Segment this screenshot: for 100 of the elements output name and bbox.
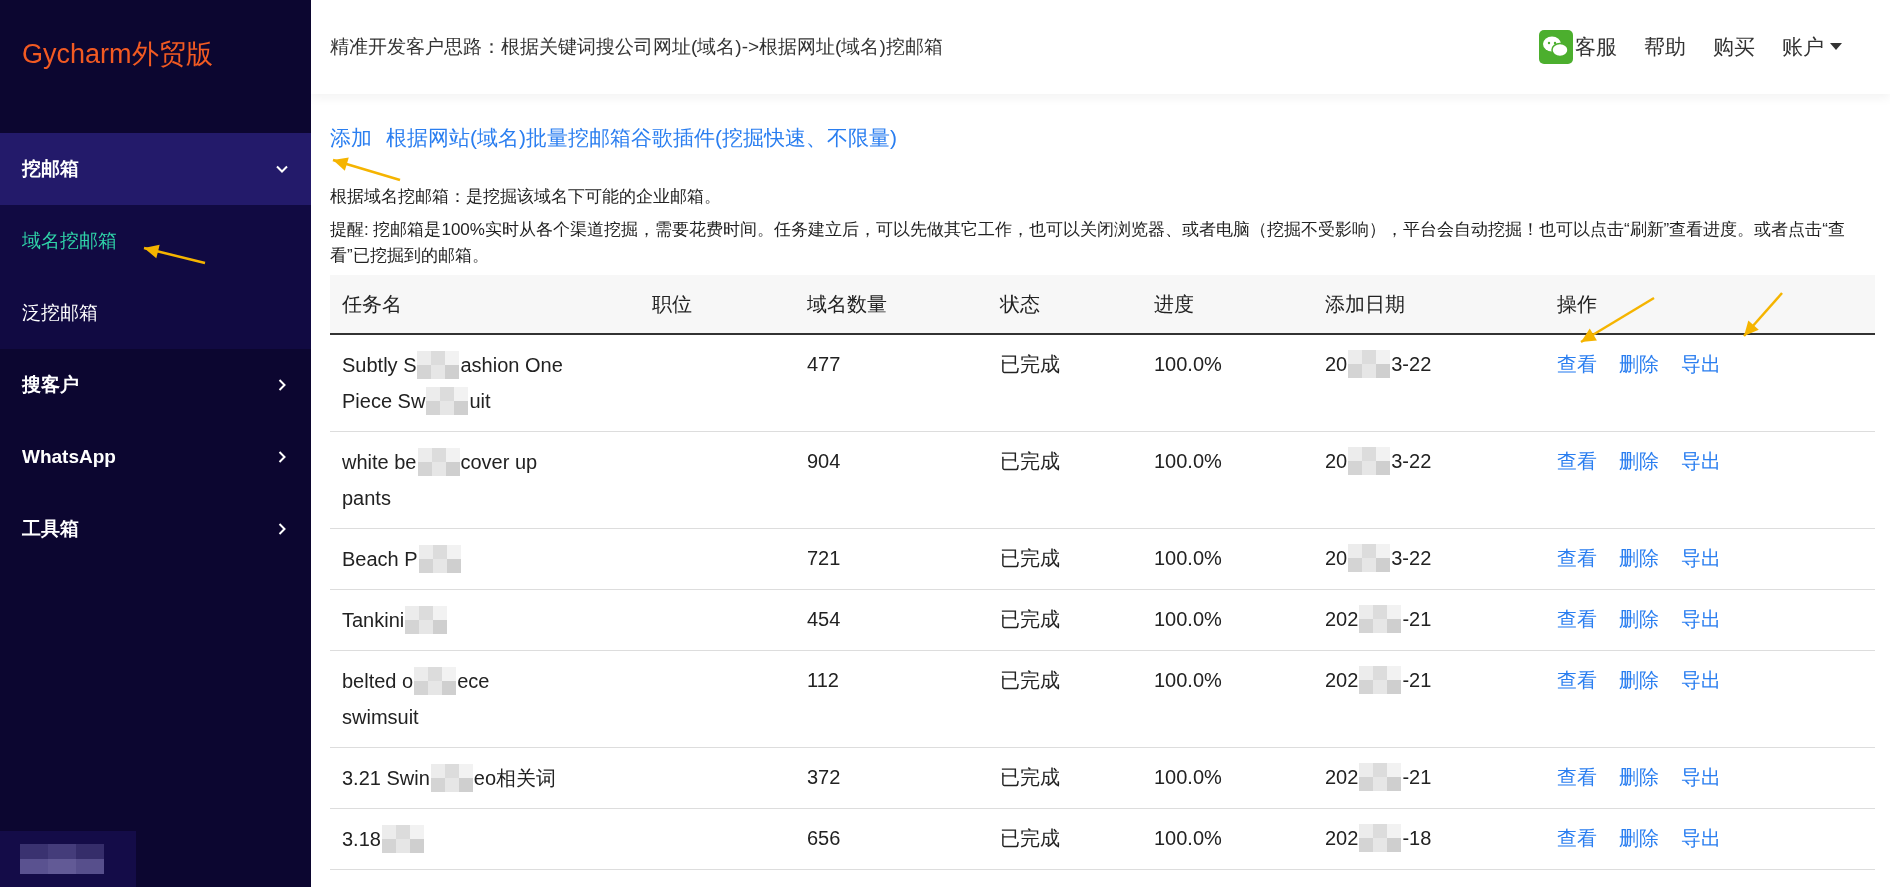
sidebar-submenu-item[interactable]: 泛挖邮箱 bbox=[0, 277, 311, 349]
action-link[interactable]: 删除 bbox=[1619, 347, 1659, 381]
action-link[interactable]: 查看 bbox=[1557, 444, 1597, 478]
action-link[interactable]: 查看 bbox=[1557, 347, 1597, 381]
sidebar-menu-item[interactable]: WhatsApp bbox=[0, 421, 311, 493]
table-cell: 已完成 bbox=[1000, 547, 1060, 569]
task-name-text: white be bbox=[342, 450, 417, 475]
table-cell: 已完成 bbox=[1000, 450, 1060, 472]
table-cell: 已完成 bbox=[1000, 608, 1060, 630]
description-text: 根据域名挖邮箱：是挖掘该域名下可能的企业邮箱。 bbox=[330, 185, 721, 208]
header-title: 精准开发客户思路：根据关键词搜公司网址(域名)->根据网址(域名)挖邮箱 bbox=[330, 34, 943, 59]
action-link[interactable]: 查看 bbox=[1557, 602, 1597, 636]
mosaic-patch bbox=[1348, 447, 1391, 475]
table-cell: 100.0% bbox=[1154, 669, 1222, 691]
date-text: 202 bbox=[1325, 607, 1359, 632]
date-text: 20 bbox=[1325, 352, 1348, 377]
task-name-text: swimsuit bbox=[342, 705, 419, 730]
task-name-text: cover up bbox=[460, 450, 538, 475]
table-cell: 已完成 bbox=[1000, 669, 1060, 691]
nav-link[interactable]: 客服 bbox=[1539, 30, 1617, 64]
column-header: 域名数量 bbox=[807, 293, 887, 315]
date-text: 202 bbox=[1325, 826, 1359, 851]
date-text: 202 bbox=[1325, 668, 1359, 693]
task-name-text: uit bbox=[469, 389, 491, 414]
mosaic-patch bbox=[381, 825, 424, 853]
mosaic-patch bbox=[1348, 544, 1391, 572]
action-link[interactable]: 删除 bbox=[1619, 541, 1659, 575]
action-link[interactable]: 导出 bbox=[1681, 444, 1721, 478]
action-link[interactable]: 删除 bbox=[1619, 602, 1659, 636]
table-cell: 100.0% bbox=[1154, 827, 1222, 849]
column-header: 添加日期 bbox=[1325, 293, 1405, 315]
sidebar-menu-item[interactable]: 搜客户 bbox=[0, 349, 311, 421]
chrome-extension-link[interactable]: 根据网站(域名)批量挖邮箱谷歌插件(挖掘快速、不限量) bbox=[386, 122, 897, 154]
nav-link[interactable]: 购买 bbox=[1713, 31, 1755, 63]
task-name-text: Tankini bbox=[342, 608, 405, 633]
column-header: 进度 bbox=[1154, 293, 1194, 315]
table-cell: 100.0% bbox=[1154, 450, 1222, 472]
action-link[interactable]: 删除 bbox=[1619, 444, 1659, 478]
table-cell: 721 bbox=[807, 547, 841, 569]
mosaic-patch bbox=[418, 545, 461, 573]
date-text: 3-22 bbox=[1391, 449, 1432, 474]
logo: Gycharm外贸版 bbox=[21, 38, 214, 71]
action-link[interactable]: 导出 bbox=[1681, 347, 1721, 381]
task-name-text: Piece Sw bbox=[342, 389, 426, 414]
action-link[interactable]: 查看 bbox=[1557, 821, 1597, 855]
mosaic-patch bbox=[1359, 666, 1402, 694]
mosaic-patch bbox=[1359, 605, 1402, 633]
mosaic-patch bbox=[1359, 824, 1402, 852]
mosaic-patch bbox=[414, 667, 457, 695]
date-text: 3-22 bbox=[1391, 546, 1432, 571]
sidebar-menu-item[interactable]: 工具箱 bbox=[0, 493, 311, 565]
action-link[interactable]: 删除 bbox=[1619, 663, 1659, 697]
action-link[interactable]: 删除 bbox=[1619, 821, 1659, 855]
action-link[interactable]: 导出 bbox=[1681, 760, 1721, 794]
table-cell: 已完成 bbox=[1000, 353, 1060, 375]
date-text: -21 bbox=[1402, 668, 1432, 693]
task-name-text: ece bbox=[457, 669, 490, 694]
action-link[interactable]: 查看 bbox=[1557, 663, 1597, 697]
action-link[interactable]: 导出 bbox=[1681, 821, 1721, 855]
column-header: 状态 bbox=[1000, 293, 1040, 315]
mosaic-patch bbox=[1359, 763, 1402, 791]
table-cell: 已完成 bbox=[1000, 827, 1060, 849]
notice-text: 提醒: 挖邮箱是100%实时从各个渠道挖掘，需要花费时间。任务建立后，可以先做其它工作，也可以关闭浏览器、或者电脑（挖掘不受影响），平台会自动挖掘！也可以点击“刷新”查看进度。或者点击“查看”已挖掘到的邮箱。 bbox=[330, 219, 1846, 267]
nav-link[interactable]: 帮助 bbox=[1644, 31, 1686, 63]
table-cell: 100.0% bbox=[1154, 353, 1222, 375]
table-cell: 656 bbox=[807, 827, 841, 849]
mosaic-patch bbox=[417, 448, 460, 476]
table-cell: 100.0% bbox=[1154, 547, 1222, 569]
mosaic-patch bbox=[430, 764, 473, 792]
sidebar-submenu-item[interactable]: 域名挖邮箱 bbox=[0, 205, 311, 277]
chat-bubbles-icon bbox=[1539, 30, 1573, 64]
date-text: 20 bbox=[1325, 449, 1348, 474]
table-cell: 100.0% bbox=[1154, 766, 1222, 788]
action-link[interactable]: 删除 bbox=[1619, 760, 1659, 794]
table-cell: 372 bbox=[807, 766, 841, 788]
task-name-text: belted o bbox=[342, 669, 414, 694]
action-link[interactable]: 导出 bbox=[1681, 602, 1721, 636]
column-header: 任务名 bbox=[342, 293, 402, 315]
caret-down-icon bbox=[1830, 43, 1842, 51]
action-link[interactable]: 导出 bbox=[1681, 663, 1721, 697]
date-text: 202 bbox=[1325, 765, 1359, 790]
sidebar-menu-item[interactable]: 挖邮箱 bbox=[0, 133, 311, 205]
table-cell: 454 bbox=[807, 608, 841, 630]
table-cell: 904 bbox=[807, 450, 841, 472]
mosaic-patch bbox=[405, 606, 448, 634]
action-link[interactable]: 导出 bbox=[1681, 541, 1721, 575]
action-link[interactable]: 查看 bbox=[1557, 760, 1597, 794]
action-link[interactable]: 查看 bbox=[1557, 541, 1597, 575]
table-cell: 112 bbox=[807, 669, 839, 691]
task-name-text: Subtly S bbox=[342, 353, 417, 378]
add-link[interactable]: 添加 bbox=[330, 122, 372, 154]
date-text: -18 bbox=[1402, 826, 1432, 851]
task-name-text: 3.18 bbox=[342, 827, 381, 852]
mosaic-patch bbox=[1348, 350, 1391, 378]
task-name-text: 3.21 Swin bbox=[342, 766, 430, 791]
mosaic-patch bbox=[426, 387, 469, 415]
column-header: 操作 bbox=[1557, 293, 1597, 315]
nav-link[interactable]: 账户 bbox=[1782, 31, 1842, 63]
task-name-text: ashion One bbox=[460, 353, 563, 378]
date-text: -21 bbox=[1402, 765, 1432, 790]
